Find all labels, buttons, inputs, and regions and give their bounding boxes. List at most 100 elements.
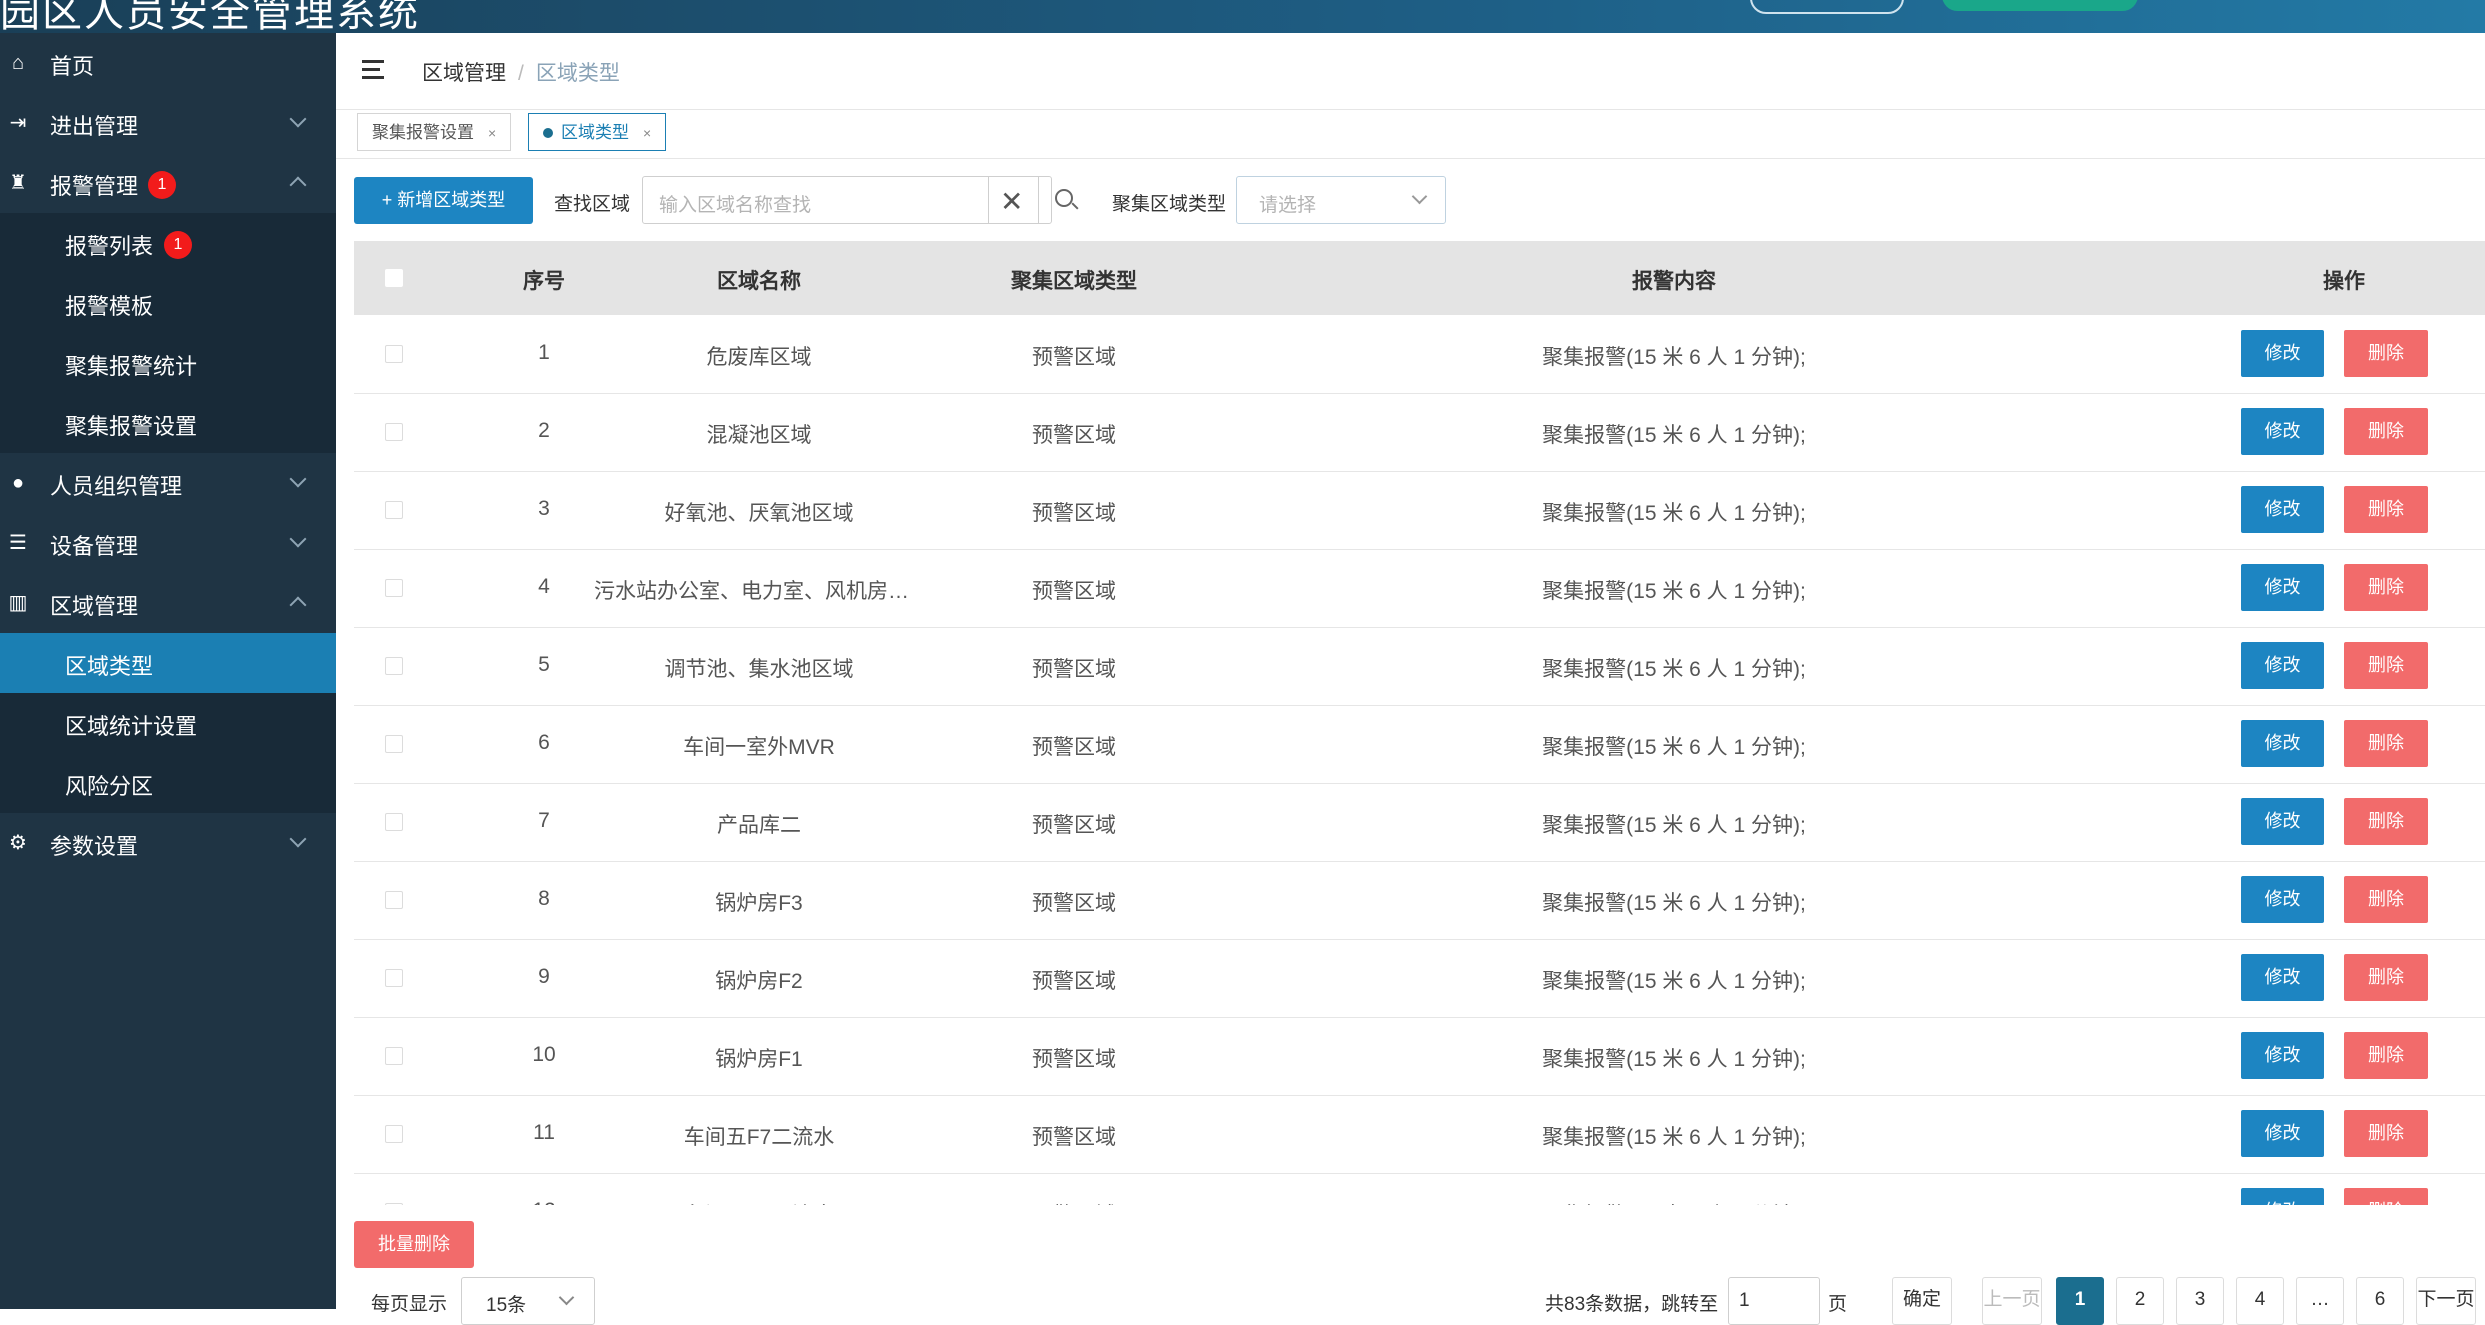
sidebar-item-alarm[interactable]: ♜ 报警管理 1 (0, 153, 336, 213)
delete-button[interactable]: 删除 (2344, 720, 2428, 767)
table-row: 11 车间五F7二流水 预警区域 聚集报警(15 米 6 人 1 分钟); 修改 删除 (354, 1095, 2485, 1174)
prev-page-button[interactable]: 上一页 (1982, 1277, 2042, 1325)
row-checkbox[interactable] (385, 891, 403, 909)
edit-button[interactable]: 修改 (2241, 1188, 2324, 1205)
row-checkbox[interactable] (385, 1047, 403, 1065)
cell-alarm-content: 聚集报警(15 米 6 人 1 分钟); (1542, 502, 1806, 525)
divider (336, 109, 2485, 110)
cell-index: 1 (538, 341, 550, 364)
delete-button[interactable]: 删除 (2344, 1188, 2428, 1205)
search-placeholder: 输入区域名称查找 (659, 195, 812, 216)
jump-page-input[interactable]: 1 (1728, 1277, 1820, 1325)
sidebar-item-area-type[interactable]: 区域类型 (0, 633, 336, 693)
tab-gather-settings[interactable]: 聚集报警设置 × (357, 113, 512, 151)
page-button-3[interactable]: 3 (2176, 1277, 2224, 1325)
sidebar-item-params[interactable]: ⚙ 参数设置 (0, 813, 336, 873)
row-checkbox[interactable] (385, 1203, 403, 1205)
menu-toggle-icon[interactable] (362, 60, 388, 80)
sidebar-item-alarm-list[interactable]: 报警列表 1 (0, 213, 336, 273)
delete-button[interactable]: 删除 (2344, 1110, 2428, 1157)
cell-area-name: 调节池、集水池区域 (664, 658, 854, 681)
table-row: 12 车间五F7三流水 预警区域 聚集报警(15 米 6 人 1 分钟); 修改 删除 (354, 1173, 2485, 1205)
sidebar-item-personnel[interactable]: ● 人员组织管理 (0, 453, 336, 513)
cell-alarm-content: 聚集报警(15 米 6 人 1 分钟); (1494, 1199, 1854, 1205)
cell-area-name: 危废库区域 (706, 346, 812, 369)
clear-icon[interactable]: ✕ (1000, 185, 1023, 218)
tab-area-type[interactable]: 区域类型 × (528, 113, 667, 151)
select-all-checkbox[interactable] (385, 269, 403, 287)
page-button-last[interactable]: 6 (2356, 1277, 2404, 1325)
edit-button[interactable]: 修改 (2241, 954, 2324, 1001)
row-checkbox[interactable] (385, 423, 403, 441)
row-checkbox[interactable] (385, 735, 403, 753)
delete-button[interactable]: 删除 (2344, 642, 2428, 689)
batch-delete-button[interactable]: 批量删除 (354, 1221, 474, 1268)
sidebar-item-gather-settings[interactable]: 聚集报警设置 (0, 393, 336, 453)
delete-button[interactable]: 删除 (2344, 1032, 2428, 1079)
table-body: 1 危废库区域 预警区域 聚集报警(15 米 6 人 1 分钟); 修改 删除 2 混凝池区域… (354, 315, 2485, 1205)
sidebar-item-device[interactable]: ☰ 设备管理 (0, 513, 336, 573)
cell-area-type: 预警区域 (1032, 970, 1116, 993)
edit-button[interactable]: 修改 (2241, 564, 2324, 611)
edit-button[interactable]: 修改 (2241, 720, 2324, 767)
edit-button[interactable]: 修改 (2241, 330, 2324, 377)
edit-button[interactable]: 修改 (2241, 642, 2324, 689)
sidebar-item-area-stats[interactable]: 区域统计设置 (0, 693, 336, 753)
type-filter-label: 聚集区域类型 (1112, 194, 1227, 215)
search-input[interactable]: 输入区域名称查找 ✕ (642, 176, 1073, 224)
cell-alarm-content: 聚集报警(15 米 6 人 1 分钟); (1542, 1126, 1806, 1149)
sidebar-item-risk-zone[interactable]: 风险分区 (0, 753, 336, 813)
sidebar-item-gather-stats[interactable]: 聚集报警统计 (0, 333, 336, 393)
row-checkbox[interactable] (385, 345, 403, 363)
row-checkbox[interactable] (385, 969, 403, 987)
chevron-down-icon (289, 830, 307, 848)
delete-button[interactable]: 删除 (2344, 564, 2428, 611)
search-icon[interactable] (1055, 189, 1073, 207)
cell-index: 4 (538, 575, 550, 598)
confirm-jump-button[interactable]: 确定 (1892, 1277, 1952, 1325)
page-button-4[interactable]: 4 (2236, 1277, 2284, 1325)
edit-button[interactable]: 修改 (2241, 876, 2324, 923)
delete-button[interactable]: 删除 (2344, 408, 2428, 455)
server-icon: ☰ (9, 532, 27, 554)
next-page-button[interactable]: 下一页 (2416, 1277, 2476, 1325)
close-icon[interactable]: × (643, 125, 651, 141)
page-button-2[interactable]: 2 (2116, 1277, 2164, 1325)
type-select[interactable]: 请选择 (1236, 176, 1446, 224)
edit-button[interactable]: 修改 (2241, 1110, 2324, 1157)
edit-button[interactable]: 修改 (2241, 486, 2324, 533)
cell-alarm-content: 聚集报警(15 米 6 人 1 分钟); (1542, 1048, 1806, 1071)
row-checkbox[interactable] (385, 657, 403, 675)
row-checkbox[interactable] (385, 1125, 403, 1143)
per-page-select[interactable]: 15条 (461, 1277, 595, 1325)
sidebar-item-access[interactable]: ⇥ 进出管理 (0, 93, 336, 153)
row-checkbox[interactable] (385, 579, 403, 597)
breadcrumb-parent[interactable]: 区域管理 (422, 62, 506, 85)
edit-button[interactable]: 修改 (2241, 408, 2324, 455)
header-action-button[interactable] (1942, 0, 2138, 11)
add-area-type-button[interactable]: + 新增区域类型 (354, 177, 533, 224)
cell-alarm-content: 聚集报警(15 米 6 人 1 分钟); (1542, 814, 1806, 837)
sign-out-icon: ⇥ (9, 112, 27, 134)
row-checkbox[interactable] (385, 813, 403, 831)
search-label: 查找区域 (554, 194, 631, 215)
cell-index: 9 (538, 965, 550, 988)
page-button-1[interactable]: 1 (2056, 1277, 2104, 1325)
delete-button[interactable]: 删除 (2344, 486, 2428, 533)
edit-button[interactable]: 修改 (2241, 798, 2324, 845)
delete-button[interactable]: 删除 (2344, 798, 2428, 845)
close-icon[interactable]: × (488, 125, 496, 141)
row-checkbox[interactable] (385, 501, 403, 519)
delete-button[interactable]: 删除 (2344, 876, 2428, 923)
delete-button[interactable]: 删除 (2344, 954, 2428, 1001)
sidebar-item-area[interactable]: ▥ 区域管理 (0, 573, 336, 633)
delete-button[interactable]: 删除 (2344, 330, 2428, 377)
edit-button[interactable]: 修改 (2241, 1032, 2324, 1079)
cell-index: 2 (538, 419, 550, 442)
sidebar-item-alarm-template[interactable]: 报警模板 (0, 273, 336, 333)
sidebar-item-home[interactable]: ⌂ 首页 (0, 33, 336, 93)
cell-alarm-content: 聚集报警(15 米 6 人 1 分钟); (1542, 658, 1806, 681)
header-button[interactable] (1750, 0, 1904, 14)
cell-index: 11 (533, 1121, 555, 1144)
table-row: 8 锅炉房F3 预警区域 聚集报警(15 米 6 人 1 分钟); 修改 删除 (354, 861, 2485, 940)
